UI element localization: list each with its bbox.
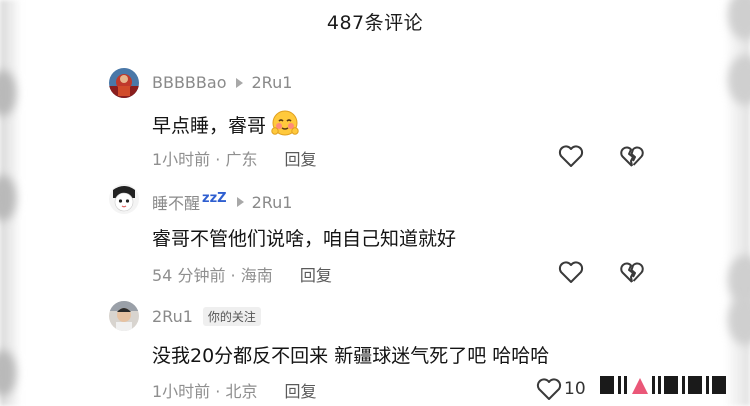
comment-user-line: 2Ru1 你的关注 xyxy=(152,307,261,326)
left-blurred-edge xyxy=(0,0,22,406)
heart-outline-icon xyxy=(536,378,562,400)
comment-user-line: BBBBBao 2Ru1 xyxy=(152,73,292,92)
watermark-logo xyxy=(600,373,740,399)
comment-meta: 1小时前 · 北京 回复 xyxy=(152,378,317,402)
dislike-button[interactable] xyxy=(619,260,645,284)
reply-to-username[interactable]: 2Ru1 xyxy=(251,73,292,92)
blushing-face-emoji xyxy=(270,108,300,141)
dislike-button[interactable] xyxy=(619,144,645,168)
comment-meta: 1小时前 · 广东 回复 xyxy=(152,146,317,170)
username[interactable]: 睡不醒 xyxy=(152,190,200,214)
comment-panel: 487条评论 BBBBBao 2Ru1 早点睡，睿哥 1小时前 · 广东 回复 … xyxy=(0,0,750,406)
timestamp-location: 1小时前 · 北京 xyxy=(152,382,258,401)
comment-text-content: 早点睡，睿哥 xyxy=(152,115,267,137)
comment-text: 没我20分都反不回来 新疆球迷气死了吧 哈哈哈 xyxy=(152,341,549,368)
comment-meta: 54 分钟前 · 海南 回复 xyxy=(152,262,332,286)
comment-text: 睿哥不管他们说啥，咱自己知道就好 xyxy=(152,224,456,251)
avatar[interactable] xyxy=(109,301,139,331)
like-count: 10 xyxy=(564,379,586,399)
avatar[interactable] xyxy=(109,68,139,98)
timestamp-location: 1小时前 · 广东 xyxy=(152,150,258,169)
broken-heart-icon xyxy=(620,146,644,167)
heart-outline-icon xyxy=(558,145,584,167)
comment-user-line: 睡不醒 zzZ 2Ru1 xyxy=(152,190,292,214)
timestamp-location: 54 分钟前 · 海南 xyxy=(152,266,273,285)
like-button[interactable] xyxy=(557,143,585,169)
username[interactable]: 2Ru1 xyxy=(152,307,193,326)
reply-button[interactable]: 回复 xyxy=(300,266,332,285)
like-button[interactable] xyxy=(535,376,563,402)
following-tag: 你的关注 xyxy=(202,307,261,326)
comment-text-content: 没我20分都反不回来 新疆球迷气死了吧 哈哈哈 xyxy=(152,345,550,367)
zzz-badge: zzZ xyxy=(202,190,227,206)
comment-text: 早点睡，睿哥 xyxy=(152,108,300,141)
username[interactable]: BBBBBao xyxy=(152,73,226,92)
like-button[interactable] xyxy=(557,259,585,285)
right-blurred-edge xyxy=(724,0,750,406)
triangle-arrow-icon xyxy=(236,77,244,88)
triangle-arrow-icon xyxy=(236,197,244,207)
reply-button[interactable]: 回复 xyxy=(285,150,317,169)
reply-to-username[interactable]: 2Ru1 xyxy=(252,193,293,212)
comment-count-title: 487条评论 xyxy=(326,12,424,34)
avatar[interactable] xyxy=(109,184,139,214)
comment-text-content: 睿哥不管他们说啥，咱自己知道就好 xyxy=(152,228,457,250)
reply-button[interactable]: 回复 xyxy=(285,382,317,401)
broken-heart-icon xyxy=(620,262,644,283)
heart-outline-icon xyxy=(558,261,584,283)
